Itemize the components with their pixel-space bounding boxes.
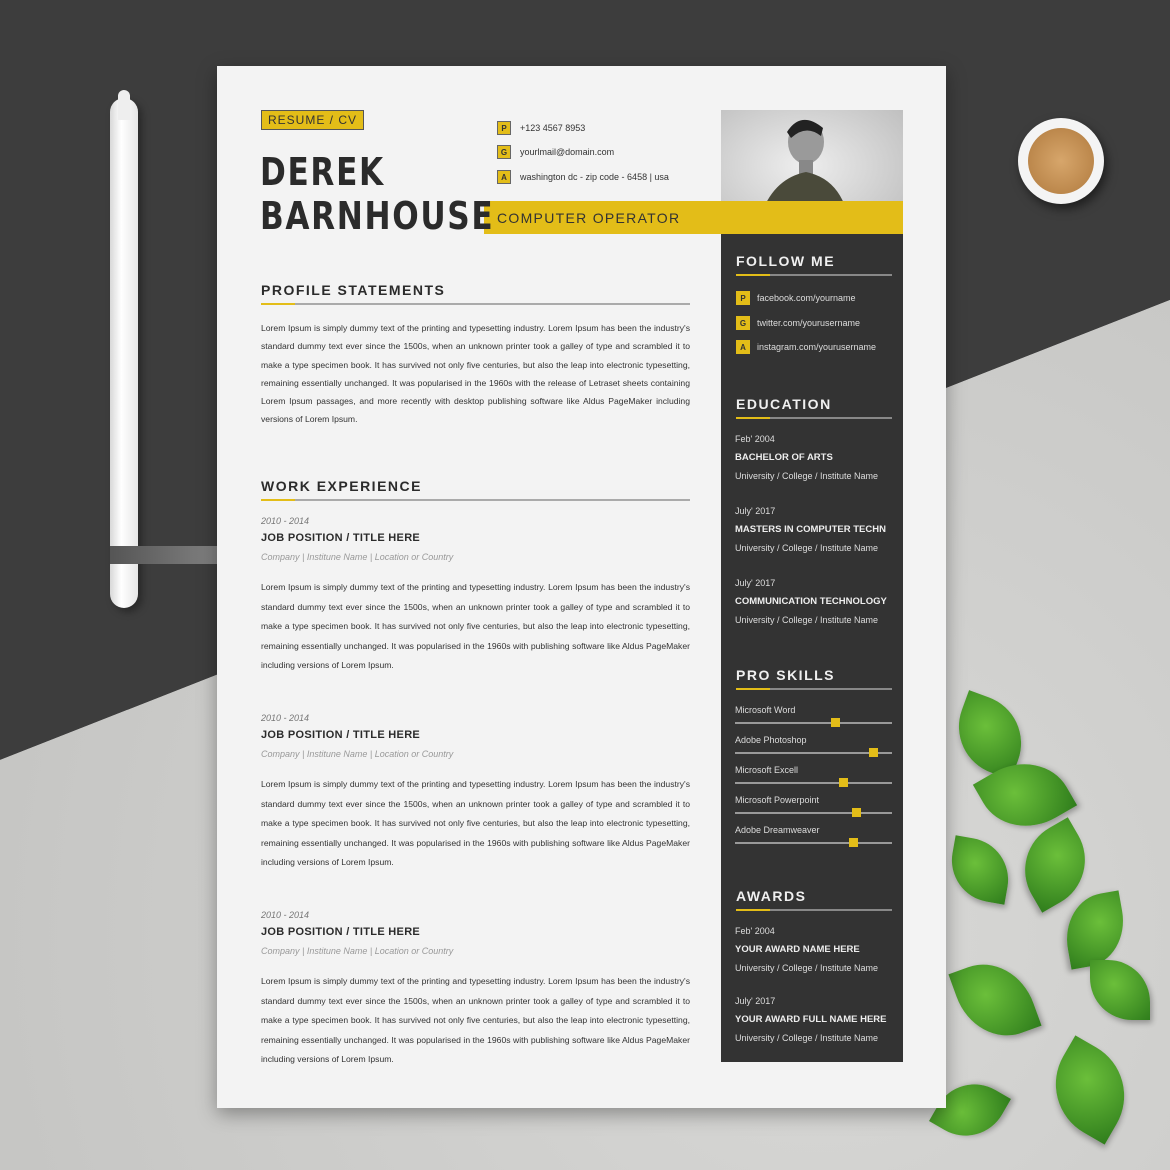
skill-name: Adobe Dreamweaver	[735, 825, 820, 835]
coffee-cup	[1018, 104, 1115, 204]
contact-address: Awashington dc - zip code - 6458 | usa	[497, 170, 669, 184]
award-date: July' 2017	[735, 996, 776, 1006]
divider	[261, 303, 690, 305]
skill-level-marker	[869, 748, 879, 757]
skill-name: Microsoft Powerpoint	[735, 795, 820, 805]
work-text: Lorem Ipsum is simply dummy text of the …	[261, 779, 690, 867]
instagram-link[interactable]: instagram.com/yourusername	[757, 342, 876, 352]
education-school: University / College / Institute Name	[735, 615, 879, 625]
contact-text: washington dc - zip code - 6458 | usa	[520, 172, 669, 182]
resume-page: COMPUTER OPERATOR RESUME / CV DEREK BARN…	[217, 66, 946, 1108]
education-heading: EDUCATION	[736, 396, 832, 412]
divider	[736, 688, 892, 690]
job-title-band: COMPUTER OPERATOR	[484, 201, 903, 234]
work-date: 2010 - 2014	[261, 516, 310, 526]
work-text: Lorem Ipsum is simply dummy text of the …	[261, 582, 690, 670]
work-company: Company | Institune Name | Location or C…	[261, 749, 454, 759]
profile-text: Lorem Ipsum is simply dummy text of the …	[261, 323, 690, 425]
skill-level-bar	[735, 748, 892, 757]
work-title: JOB POSITION / TITLE HERE	[261, 926, 421, 938]
skill-name: Adobe Photoshop	[735, 735, 807, 745]
work-date: 2010 - 2014	[261, 910, 310, 920]
twitter-icon: G	[736, 316, 750, 330]
skill-level-marker	[848, 838, 858, 847]
follow-heading: FOLLOW ME	[736, 253, 836, 269]
education-school: University / College / Institute Name	[735, 543, 879, 553]
work-company: Company | Institune Name | Location or C…	[261, 946, 454, 956]
stylus-pencil	[110, 90, 529, 608]
work-company: Company | Institune Name | Location or C…	[261, 552, 454, 562]
instagram-icon: A	[736, 340, 750, 354]
divider	[736, 909, 892, 911]
education-degree: MASTERS IN COMPUTER TECHN	[735, 524, 886, 535]
skill-name: Microsoft Excell	[735, 765, 799, 775]
education-date: July' 2017	[735, 506, 776, 516]
award-school: University / College / Institute Name	[735, 1033, 879, 1043]
divider	[736, 274, 892, 276]
contact-text: +123 4567 8953	[520, 123, 586, 133]
award-name: YOUR AWARD NAME HERE	[735, 944, 860, 955]
work-title: JOB POSITION / TITLE HERE	[261, 532, 421, 544]
email-icon: G	[497, 145, 511, 159]
divider	[261, 499, 690, 501]
resume-tag: RESUME / CV	[261, 110, 365, 130]
facebook-icon: P	[736, 291, 750, 305]
education-school: University / College / Institute Name	[735, 471, 879, 481]
award-name: YOUR AWARD FULL NAME HERE	[735, 1014, 887, 1025]
twitter-link[interactable]: twitter.com/yourusername	[757, 318, 860, 328]
facebook-link[interactable]: facebook.com/yourname	[757, 293, 856, 303]
awards-heading: AWARDS	[736, 888, 807, 904]
skill-level-bar	[735, 808, 892, 817]
skill-level-marker	[831, 718, 841, 727]
work-title: JOB POSITION / TITLE HERE	[261, 729, 421, 741]
skill-level-bar	[735, 838, 892, 847]
award-school: University / College / Institute Name	[735, 963, 879, 973]
skill-level-marker	[851, 808, 861, 817]
education-date: Feb' 2004	[735, 434, 775, 444]
contact-phone: P +123 4567 8953	[497, 121, 585, 135]
contact-text: yourlmail@domain.com	[520, 147, 615, 157]
job-title: COMPUTER OPERATOR	[497, 210, 681, 226]
skills-heading: PRO SKILLS	[736, 667, 836, 683]
skill-level-bar	[735, 778, 892, 787]
phone-icon: P	[497, 121, 511, 135]
education-date: July' 2017	[735, 578, 776, 588]
skill-level-bar	[735, 718, 892, 727]
skill-name: Microsoft Word	[735, 705, 796, 715]
work-text: Lorem Ipsum is simply dummy text of the …	[261, 976, 690, 1064]
divider	[736, 417, 892, 419]
education-degree: COMMUNICATION TECHNOLOGY	[735, 596, 887, 607]
education-degree: BACHELOR OF ARTS	[735, 452, 833, 463]
award-date: Feb' 2004	[735, 926, 775, 936]
work-heading: WORK EXPERIENCE	[261, 478, 422, 494]
profile-heading: PROFILE STATEMENTS	[261, 282, 446, 298]
first-name: DEREK	[260, 150, 385, 194]
skill-level-marker	[839, 778, 849, 787]
address-icon: A	[497, 170, 511, 184]
contact-email: Gyourlmail@domain.com	[497, 145, 614, 159]
work-date: 2010 - 2014	[261, 713, 310, 723]
last-name: BARNHOUSE	[260, 194, 495, 238]
